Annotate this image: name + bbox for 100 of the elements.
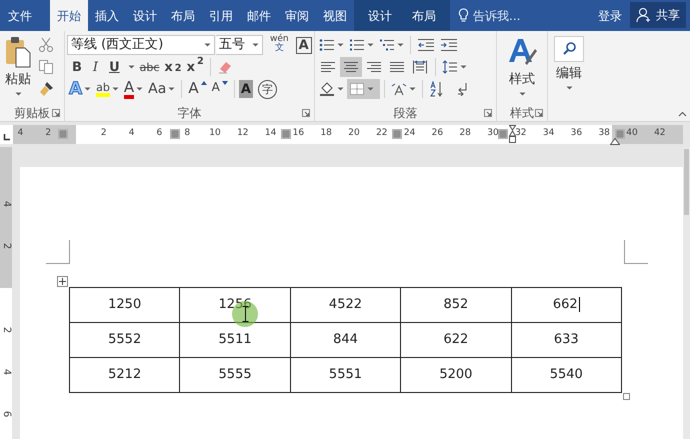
column-marker-icon[interactable] xyxy=(281,129,291,139)
table-cell: 5200 xyxy=(400,358,512,392)
person-add-icon xyxy=(636,7,652,23)
lightbulb-icon xyxy=(458,8,469,23)
dialog-launcher-icon[interactable] xyxy=(302,109,310,117)
font-name-dropdown[interactable]: 等线 (西文正文) xyxy=(67,35,215,55)
caret-icon xyxy=(112,87,119,91)
right-indent-marker-icon[interactable] xyxy=(610,138,620,145)
ruler-number: 8 xyxy=(184,129,190,138)
character-border-button[interactable]: A xyxy=(296,36,312,54)
paintbrush-icon xyxy=(38,81,54,97)
borders-button[interactable] xyxy=(347,79,380,99)
font-size-dropdown[interactable]: 五号 xyxy=(216,35,263,55)
ruler-number: 4 xyxy=(18,129,24,138)
table-cell: 5540 xyxy=(511,358,622,392)
ribbon-tab[interactable]: 插入 xyxy=(88,0,126,31)
ribbon-tab[interactable]: 邮件 xyxy=(240,0,278,31)
enclose-characters-button[interactable]: 字 xyxy=(258,80,277,98)
table-cell: 852 xyxy=(400,288,512,322)
styles-button[interactable]: 样式 xyxy=(503,34,541,104)
ruler-number: 6 xyxy=(1,410,11,419)
column-marker-icon[interactable] xyxy=(170,129,180,139)
ribbon-tab[interactable]: 审阅 xyxy=(278,0,316,31)
ruler-number: 18 xyxy=(320,129,332,138)
table-cell: 5212 xyxy=(70,358,180,392)
caret-icon xyxy=(168,87,176,91)
grow-font-button[interactable]: A xyxy=(186,79,209,99)
superscript-button[interactable]: x$^{2}$ xyxy=(184,57,206,77)
ribbon-tab[interactable]: 文件 xyxy=(0,0,50,31)
italic-button[interactable]: I xyxy=(88,57,104,77)
ribbon-tab[interactable]: 布局 xyxy=(164,0,202,31)
caret-icon xyxy=(518,92,526,96)
table-cell: 662 xyxy=(511,288,622,322)
ribbon-tab[interactable]: 设计 xyxy=(126,0,164,31)
share-button[interactable]: 共享 xyxy=(630,2,686,28)
borders-icon xyxy=(349,82,365,96)
eraser-icon xyxy=(216,59,233,75)
numbered-list-icon xyxy=(349,38,365,52)
table-cell: 844 xyxy=(290,322,401,358)
group-label: 段落 xyxy=(394,104,418,122)
dialog-launcher-icon[interactable] xyxy=(484,109,492,117)
return-arrow-icon xyxy=(456,82,468,96)
bold-button[interactable]: B xyxy=(67,57,87,77)
collapse-ribbon-icon[interactable] xyxy=(678,111,687,117)
sign-in-link[interactable]: 登录 xyxy=(594,0,626,31)
tell-me-field[interactable]: 告诉我... xyxy=(454,0,524,31)
paste-button[interactable]: 粘贴 xyxy=(2,34,34,104)
table-cell: 5555 xyxy=(180,358,290,392)
table-move-handle-icon[interactable] xyxy=(57,276,68,287)
underline-button[interactable]: U xyxy=(104,57,125,77)
scrollbar-thumb[interactable] xyxy=(684,149,689,215)
ribbon-tab[interactable]: 开始 xyxy=(50,0,88,31)
ruler-number: 2 xyxy=(1,326,11,335)
copy-icon xyxy=(38,59,54,75)
search-icon xyxy=(554,36,584,62)
table-cell: 633 xyxy=(511,322,622,358)
ribbon-tab[interactable]: 视图 xyxy=(316,0,354,31)
distributed-icon xyxy=(412,60,428,74)
column-marker-icon[interactable] xyxy=(58,129,68,139)
triangle-up-icon xyxy=(200,81,207,85)
dialog-launcher-icon[interactable] xyxy=(52,109,60,117)
caret-icon xyxy=(204,43,211,47)
column-marker-icon[interactable] xyxy=(392,129,402,139)
tab-selector[interactable] xyxy=(0,125,13,144)
phonetic-guide-button[interactable]: wén 文 xyxy=(268,35,291,55)
highlight-color-button[interactable]: ab xyxy=(94,79,121,99)
ruler-number: 38 xyxy=(598,129,610,138)
strikethrough-button[interactable]: abc xyxy=(138,57,162,77)
outdent-icon xyxy=(417,38,435,52)
dialog-launcher-icon[interactable] xyxy=(535,109,543,117)
ribbon-tab[interactable]: 设计 xyxy=(358,0,402,31)
caret-icon xyxy=(136,87,144,91)
ruler-number: 36 xyxy=(570,129,582,138)
caret-icon xyxy=(367,43,374,47)
character-shading-button[interactable]: A xyxy=(238,80,253,98)
ribbon-tab[interactable]: 引用 xyxy=(202,0,240,31)
indent-icon xyxy=(440,38,458,52)
ruler-number: 40 xyxy=(626,129,638,138)
editing-button[interactable]: 编辑 xyxy=(551,34,587,104)
shrink-font-button[interactable]: A xyxy=(210,79,230,99)
bulleted-list-icon xyxy=(319,38,335,52)
ruler-number: 2 xyxy=(1,242,11,251)
ruler-number: 14 xyxy=(264,129,276,138)
caret-icon xyxy=(14,92,22,96)
scissors-icon xyxy=(38,37,54,53)
caret-icon xyxy=(397,43,404,47)
change-case-button[interactable]: Aa xyxy=(146,79,178,99)
ruler-number: 4 xyxy=(1,200,11,209)
ribbon-tab[interactable]: 布局 xyxy=(402,0,446,31)
caret-icon xyxy=(252,43,259,47)
ruler-number: 28 xyxy=(459,129,471,138)
column-marker-icon[interactable] xyxy=(498,129,508,139)
font-color-button[interactable]: A xyxy=(122,79,146,99)
ruler-number: 16 xyxy=(292,129,304,138)
caret-icon xyxy=(409,87,416,91)
align-center-button[interactable] xyxy=(340,57,362,77)
ruler-number: 32 xyxy=(515,129,527,138)
column-marker-icon[interactable] xyxy=(615,129,625,139)
ruler-number: 30 xyxy=(487,129,499,138)
table-resize-handle-icon[interactable] xyxy=(623,393,630,400)
